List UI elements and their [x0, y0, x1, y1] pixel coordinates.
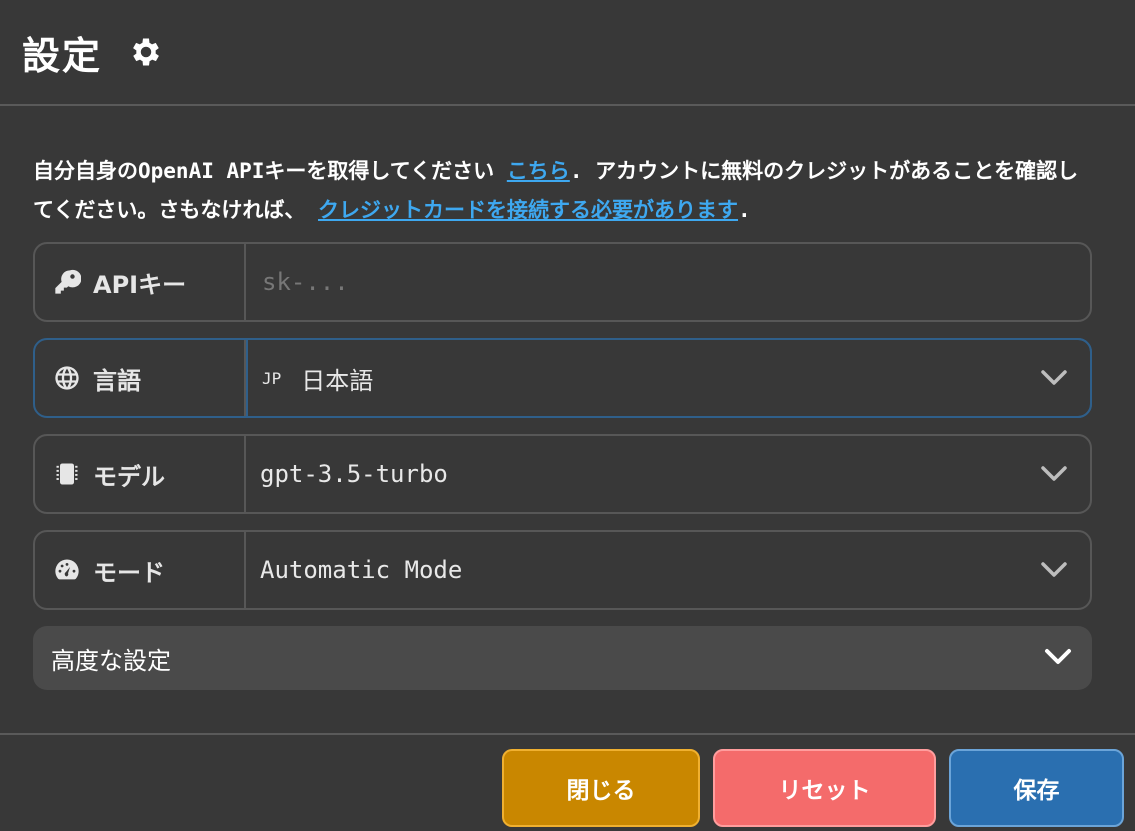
- description-text-1: 自分自身のOpenAI APIキーを取得してください: [33, 159, 507, 183]
- api-key-row: APIキー: [33, 242, 1092, 322]
- advanced-settings-label: 高度な設定: [51, 646, 171, 675]
- mode-value: Automatic Mode: [260, 556, 463, 584]
- advanced-settings-toggle[interactable]: 高度な設定: [33, 626, 1092, 690]
- model-value: gpt-3.5-turbo: [260, 460, 448, 488]
- mode-label: モード: [35, 532, 246, 608]
- description-text-3: .: [738, 198, 751, 222]
- language-row: 言語 JP 日本語: [33, 338, 1092, 418]
- chip-icon: [56, 463, 78, 485]
- language-label-text: 言語: [93, 366, 141, 395]
- mode-row: モード Automatic Mode: [33, 530, 1092, 610]
- mode-select[interactable]: Automatic Mode: [246, 532, 1090, 608]
- credit-card-link[interactable]: クレジットカードを接続する必要があります: [318, 198, 738, 222]
- model-row: モデル gpt-3.5-turbo: [33, 434, 1092, 514]
- mode-label-text: モード: [93, 558, 165, 587]
- speedometer-icon: [55, 559, 79, 580]
- api-key-label: APIキー: [35, 244, 246, 320]
- chevron-down-icon: [1041, 562, 1067, 577]
- modal-header: 設定: [0, 0, 1135, 106]
- api-key-label-text: APIキー: [93, 270, 187, 299]
- language-select[interactable]: JP 日本語: [246, 338, 1092, 418]
- openai-link[interactable]: こちら: [507, 159, 570, 183]
- globe-icon: [55, 366, 79, 390]
- page-title: 設定: [22, 33, 103, 78]
- description: 自分自身のOpenAI APIキーを取得してください こちら. アカウントに無料…: [33, 152, 1095, 230]
- reset-button[interactable]: リセット: [713, 749, 936, 827]
- api-key-input[interactable]: [260, 267, 1068, 297]
- key-icon: [55, 269, 81, 294]
- gear-icon: [133, 38, 159, 66]
- modal-footer: 閉じる リセット 保存: [0, 733, 1135, 831]
- chevron-down-icon: [1041, 370, 1067, 385]
- chevron-down-icon: [1045, 649, 1071, 664]
- model-label-text: モデル: [93, 462, 165, 491]
- language-label: 言語: [35, 340, 246, 416]
- chevron-down-icon: [1041, 466, 1067, 481]
- model-label: モデル: [35, 436, 246, 512]
- language-value: 日本語: [301, 366, 374, 395]
- close-button[interactable]: 閉じる: [502, 749, 700, 827]
- settings-modal: 設定 自分自身のOpenAI APIキーを取得してください こちら. アカウント…: [0, 0, 1135, 831]
- model-select[interactable]: gpt-3.5-turbo: [246, 436, 1090, 512]
- save-button[interactable]: 保存: [949, 749, 1124, 827]
- flag-jp-icon: JP: [262, 368, 282, 388]
